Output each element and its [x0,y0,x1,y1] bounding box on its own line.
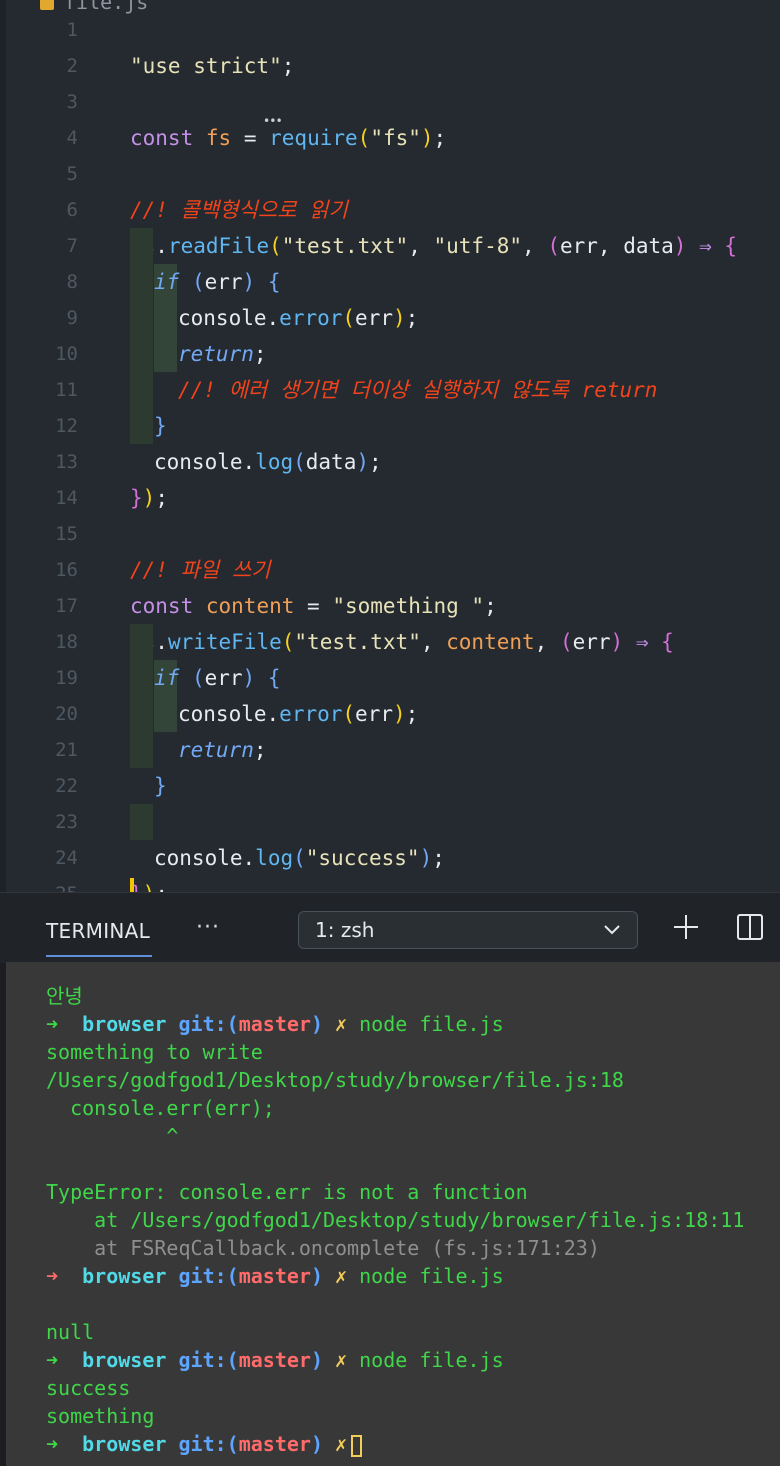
terminal-line: TypeError: console.err is not a function [46,1180,528,1204]
line-number: 9 [66,307,78,329]
line-number: 13 [55,451,78,473]
line-number: 7 [66,235,78,257]
terminal-line: console.err(err); [46,1096,275,1120]
line-number: 14 [55,487,78,509]
tab-terminal[interactable]: TERMINAL [46,919,150,943]
terminal-select[interactable]: 1: zsh [298,911,638,949]
terminal-line: 안녕 [46,984,83,1008]
terminal-line: success [46,1376,131,1400]
line-number: 23 [55,811,78,833]
terminal-prompt: ➜ browser git:(master) ✗ node file.js [46,1264,504,1288]
terminal-line: at /Users/godfgod1/Desktop/study/browser… [46,1208,745,1232]
plus-icon[interactable] [670,911,702,943]
line-number: 21 [55,739,78,761]
terminal-prompt: ➜ browser git:(master) ✗ node file.js [46,1012,504,1036]
terminal-select-value: 1: zsh [315,918,375,942]
code-editor[interactable]: file.js 1 "use strict"; 2 3 const fs = r… [0,0,780,892]
line-number: 2 [66,55,78,77]
line-number: 12 [55,415,78,437]
line-number: 17 [55,595,78,617]
terminal-line: null [46,1320,95,1344]
text-cursor [130,878,134,892]
terminal-prompt[interactable]: ➜ browser git:(master) ✗ [46,1430,363,1458]
line-number: 18 [55,631,78,653]
line-number: 16 [55,559,78,581]
terminal-line: something to write [46,1040,263,1064]
line-number: 22 [55,775,78,797]
terminal-line: at FSReqCallback.oncomplete (fs.js:171:2… [46,1236,600,1260]
line-number: 25 [44,876,78,892]
line-number: 10 [55,343,78,365]
line-number: 24 [55,847,78,869]
terminal-line: ^ [46,1124,179,1148]
line-number: 3 [66,91,78,113]
chevron-down-icon [604,925,620,935]
line-number: 11 [55,379,78,401]
line-number: 4 [66,127,78,149]
editor-tab-hint[interactable]: file.js [40,0,200,14]
split-terminal-icon[interactable] [734,911,766,943]
line-number: 15 [55,523,78,545]
line-number: 20 [55,703,78,725]
warning-icon [40,0,54,10]
line-number: 1 [66,19,78,41]
line-number: 19 [55,667,78,689]
terminal-line: /Users/godfgod1/Desktop/study/browser/fi… [46,1068,624,1092]
terminal-cursor [351,1434,363,1457]
more-actions-icon[interactable]: ··· [196,915,220,940]
line-number: 6 [66,199,78,221]
terminal-line: something [46,1404,155,1428]
terminal-prompt: ➜ browser git:(master) ✗ node file.js [46,1348,504,1372]
active-tab-indicator [46,955,152,957]
line-number: 8 [66,271,78,293]
line-number: 5 [66,163,78,185]
terminal-output[interactable]: 안녕 ➜ browser git:(master) ✗ node file.js… [6,962,780,1466]
panel-header: TERMINAL ··· 1: zsh [0,892,780,963]
